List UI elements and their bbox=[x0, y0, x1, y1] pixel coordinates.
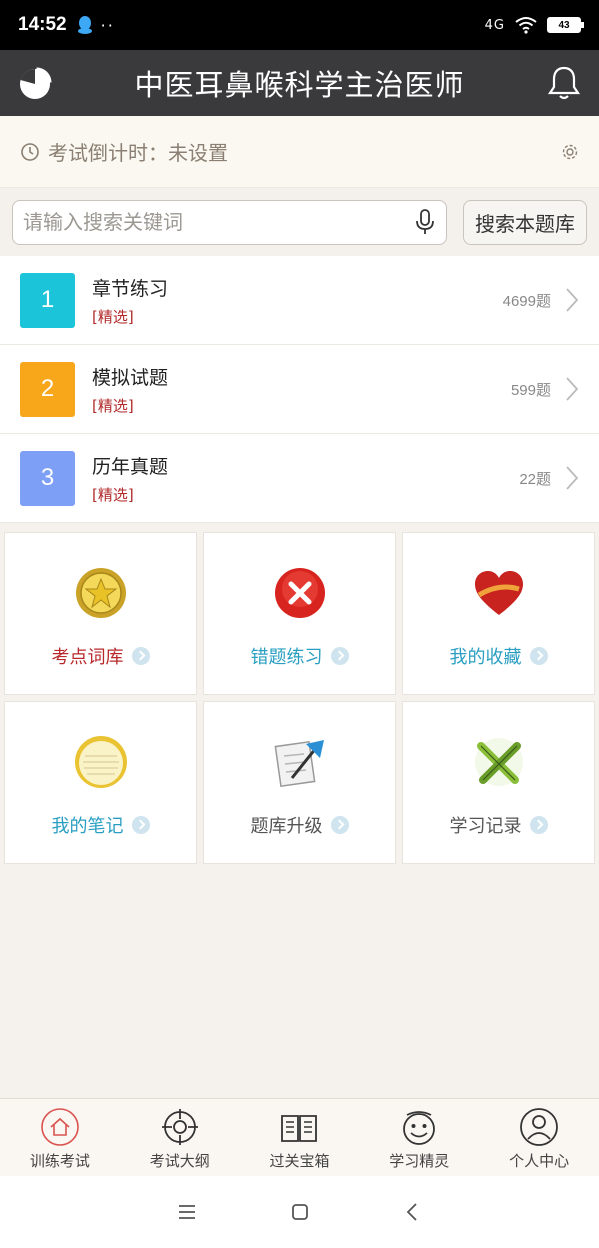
item-tag: [精选] bbox=[92, 485, 134, 504]
app-header: 中医耳鼻喉科学主治医师 bbox=[0, 50, 599, 116]
tile-label: 错题练习 bbox=[250, 647, 323, 668]
item-count: 22题 bbox=[519, 470, 551, 488]
menu-icon[interactable] bbox=[175, 1200, 199, 1224]
arrow-circle-icon bbox=[529, 816, 548, 834]
arrow-circle-icon bbox=[131, 816, 150, 834]
tile-study-record[interactable]: 学习记录 bbox=[402, 701, 595, 864]
tile-wrong-questions[interactable]: 错题练习 bbox=[203, 532, 396, 695]
person-icon bbox=[520, 1108, 558, 1146]
tile-label: 我的笔记 bbox=[51, 816, 124, 837]
home-icon bbox=[41, 1108, 79, 1146]
arrow-circle-icon bbox=[529, 647, 548, 665]
notepad-icon bbox=[74, 736, 127, 788]
tab-label: 过关宝箱 bbox=[269, 1152, 330, 1170]
tile-favorites[interactable]: 我的收藏 bbox=[402, 532, 595, 695]
search-bank-button[interactable]: 搜索本题库 bbox=[463, 199, 587, 245]
search-row: 搜索本题库 bbox=[0, 188, 599, 256]
pie-chart-icon[interactable] bbox=[18, 67, 52, 101]
number-badge: 1 bbox=[20, 272, 75, 328]
tab-treasure[interactable]: 过关宝箱 bbox=[240, 1099, 360, 1176]
bell-icon[interactable] bbox=[547, 65, 581, 101]
pencils-icon bbox=[474, 738, 523, 786]
tile-label: 考点词库 bbox=[51, 647, 124, 668]
home-square-icon[interactable] bbox=[288, 1200, 312, 1224]
item-title: 历年真题 bbox=[92, 455, 169, 478]
search-input[interactable] bbox=[23, 210, 414, 234]
tile-upgrade[interactable]: 题库升级 bbox=[203, 701, 396, 864]
status-time: 14:52 bbox=[18, 14, 67, 35]
countdown-label: 考试倒计时：未设置 bbox=[48, 141, 228, 165]
item-title: 章节练习 bbox=[92, 277, 169, 300]
wifi-icon bbox=[515, 17, 537, 34]
item-tag: [精选] bbox=[92, 396, 134, 415]
exam-countdown[interactable]: 考试倒计时：未设置 bbox=[0, 116, 599, 188]
list-item-mock[interactable]: 2 模拟试题 [精选] 599题 bbox=[0, 345, 599, 434]
tab-label: 训练考试 bbox=[29, 1152, 90, 1170]
chevron-right-icon bbox=[566, 466, 579, 490]
smiley-icon bbox=[403, 1111, 436, 1145]
upgrade-icon bbox=[274, 740, 324, 788]
search-box[interactable] bbox=[12, 199, 447, 245]
tab-label: 个人中心 bbox=[509, 1152, 570, 1170]
number-badge: 2 bbox=[20, 361, 75, 417]
bottom-tab-bar: 训练考试 考试大纲 过关宝箱 学习精灵 个人中心 bbox=[0, 1098, 599, 1176]
tile-label: 题库升级 bbox=[250, 816, 323, 837]
tile-notes[interactable]: 我的笔记 bbox=[4, 701, 197, 864]
arrow-circle-icon bbox=[131, 647, 150, 665]
tab-training[interactable]: 训练考试 bbox=[0, 1099, 120, 1176]
page-title: 中医耳鼻喉科学主治医师 bbox=[134, 68, 465, 102]
arrow-circle-icon bbox=[330, 816, 349, 834]
signal-icon: 4G bbox=[484, 17, 505, 33]
tile-label: 我的收藏 bbox=[449, 647, 522, 668]
number-badge: 3 bbox=[20, 450, 75, 506]
list-item-past-exams[interactable]: 3 历年真题 [精选] 22题 bbox=[0, 434, 599, 523]
item-count: 4699题 bbox=[502, 292, 551, 310]
microphone-icon[interactable] bbox=[414, 208, 436, 236]
tab-outline[interactable]: 考试大纲 bbox=[120, 1099, 240, 1176]
tab-label: 学习精灵 bbox=[389, 1152, 450, 1170]
tab-label: 考试大纲 bbox=[149, 1152, 210, 1170]
status-bar: 14:52 ·· 4G 43 bbox=[0, 0, 599, 50]
practice-list: 1 章节练习 [精选] 4699题 2 模拟试题 [精选] 599题 3 历年真… bbox=[0, 256, 599, 523]
tab-study-genie[interactable]: 学习精灵 bbox=[359, 1099, 479, 1176]
clock-icon bbox=[21, 142, 39, 161]
chevron-right-icon bbox=[566, 288, 579, 312]
tab-profile[interactable]: 个人中心 bbox=[479, 1099, 599, 1176]
book-icon bbox=[281, 1115, 318, 1142]
list-item-chapter[interactable]: 1 章节练习 [精选] 4699题 bbox=[0, 256, 599, 345]
heart-icon bbox=[474, 571, 523, 615]
gear-icon[interactable] bbox=[561, 143, 579, 161]
item-count: 599题 bbox=[510, 381, 551, 399]
star-badge-icon bbox=[75, 568, 126, 618]
feature-grid: 考点词库 错题练习 我的收藏 我的笔记 题库升级 学习记录 bbox=[4, 532, 595, 864]
back-icon[interactable] bbox=[401, 1200, 425, 1224]
item-tag: [精选] bbox=[92, 307, 134, 326]
target-icon bbox=[161, 1109, 198, 1145]
system-nav-bar bbox=[0, 1176, 599, 1248]
status-right: 4G 43 bbox=[484, 16, 584, 34]
tile-keypoints[interactable]: 考点词库 bbox=[4, 532, 197, 695]
status-dots: ·· bbox=[100, 15, 115, 35]
chevron-right-icon bbox=[566, 377, 579, 401]
battery-icon: 43 bbox=[547, 17, 584, 33]
item-title: 模拟试题 bbox=[92, 366, 169, 389]
red-x-icon bbox=[274, 568, 325, 618]
qq-penguin-icon bbox=[77, 16, 92, 34]
tile-label: 学习记录 bbox=[449, 816, 522, 837]
arrow-circle-icon bbox=[330, 647, 349, 665]
